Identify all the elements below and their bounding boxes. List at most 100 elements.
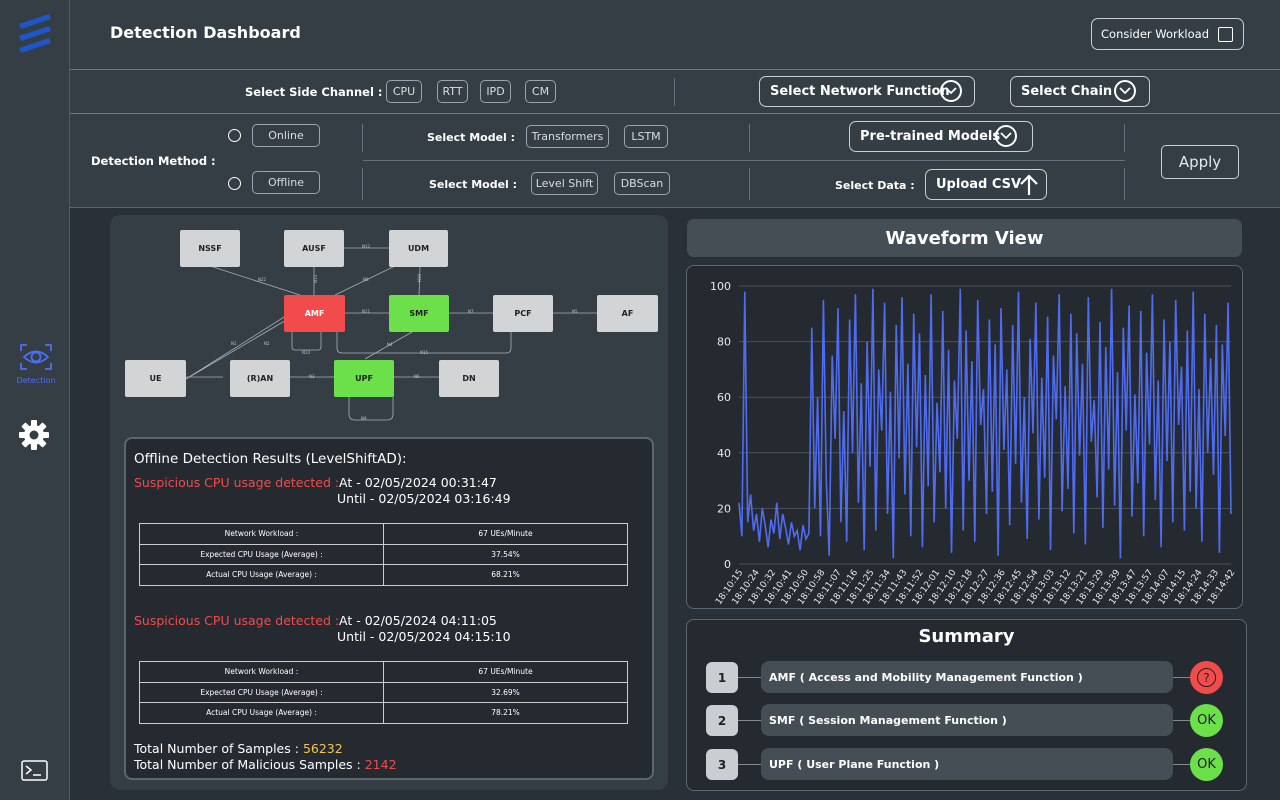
sidebar: Detection: [0, 0, 70, 800]
table-row: Network Workload :67 UEs/Minute: [139, 523, 628, 545]
online-radio[interactable]: [228, 129, 241, 142]
y-tick-label: 80: [717, 336, 731, 349]
edge-label-n22: N22: [258, 277, 267, 282]
connector: [738, 720, 761, 721]
summary-item-3-number: 3: [706, 749, 738, 780]
table-cell: 67 UEs/Minute: [383, 523, 628, 545]
nav-detection[interactable]: Detection: [10, 343, 62, 389]
edge-label-n11: N11: [362, 309, 371, 314]
edge-label-n13: N13: [313, 274, 318, 283]
channel-cm[interactable]: CM: [525, 80, 556, 103]
select-chain-label: Select Chain: [1021, 84, 1113, 99]
summary-item-2[interactable]: SMF ( Session Management Function ): [761, 704, 1173, 736]
divider: [362, 124, 363, 152]
y-tick-label: 20: [717, 502, 731, 515]
connector: [1173, 677, 1190, 678]
summary-item-3[interactable]: UPF ( User Plane Function ): [761, 748, 1173, 780]
connector: [1173, 764, 1190, 765]
node-udm[interactable]: UDM: [389, 230, 448, 267]
node-ran[interactable]: (R)AN: [230, 360, 290, 397]
table-row: Actual CPU Usage (Average) :78.21%: [139, 702, 628, 724]
offline-chip[interactable]: Offline: [252, 171, 320, 194]
select-network-function-dropdown[interactable]: Select Network Function: [759, 76, 975, 107]
summary-item-1-status[interactable]: ?: [1190, 661, 1223, 694]
consider-workload-toggle[interactable]: Consider Workload: [1091, 18, 1244, 50]
topology-panel: N22 N12 N8 N13 N10 N11 N7 N5 N14 N1 N2 N…: [110, 215, 668, 790]
alert-2-at: At - 02/05/2024 04:11:05: [339, 613, 497, 628]
offline-radio[interactable]: [228, 177, 241, 190]
summary-item-3-status[interactable]: OK: [1190, 748, 1223, 781]
alert-2-until: Until - 02/05/2024 04:15:10: [337, 629, 511, 644]
table-row: Actual CPU Usage (Average) :68.21%: [139, 564, 628, 586]
pretrained-models-dropdown[interactable]: Pre-trained Models: [849, 121, 1033, 152]
online-chip[interactable]: Online: [252, 124, 320, 147]
total-malicious-label: Total Number of Malicious Samples :: [134, 757, 361, 772]
eye-icon: [19, 343, 53, 375]
node-amf[interactable]: AMF: [284, 295, 345, 332]
channel-cpu[interactable]: CPU: [386, 80, 422, 103]
edge-label-n14: N14: [302, 350, 311, 355]
node-upf[interactable]: UPF: [334, 360, 394, 397]
summary-item-1[interactable]: AMF ( Access and Mobility Management Fun…: [761, 661, 1173, 693]
select-model-offline-label: Select Model :: [429, 178, 518, 191]
total-samples-value: 56232: [302, 741, 343, 756]
alert-2-table: Network Workload :67 UEs/Minute Expected…: [139, 661, 628, 724]
select-data-label: Select Data :: [835, 179, 915, 192]
table-cell: 37.54%: [383, 543, 628, 565]
nav-detection-label: Detection: [16, 376, 56, 385]
node-dn[interactable]: DN: [439, 360, 499, 397]
apply-button[interactable]: Apply: [1161, 145, 1239, 179]
table-row: Network Workload :67 UEs/Minute: [139, 661, 628, 683]
divider: [362, 168, 363, 200]
waveform-chart: 02040608010018:10:1518:10:2418:10:3218:1…: [710, 280, 1237, 607]
model-dbscan[interactable]: DBScan: [614, 172, 670, 195]
results-title: Offline Detection Results (LevelShiftAD)…: [134, 451, 407, 467]
node-ausf[interactable]: AUSF: [284, 230, 344, 267]
waveform-header: Waveform View: [687, 219, 1242, 257]
model-level-shift[interactable]: Level Shift: [531, 172, 598, 195]
edge-label-n1: N1: [231, 341, 237, 346]
chevron-down-icon: [940, 80, 962, 102]
select-chain-dropdown[interactable]: Select Chain: [1010, 76, 1150, 107]
series-line: [738, 288, 1232, 559]
pretrained-models-label: Pre-trained Models: [860, 129, 1001, 144]
node-nssf[interactable]: NSSF: [180, 230, 240, 267]
divider: [674, 78, 675, 106]
summary-item-2-status[interactable]: OK: [1190, 704, 1223, 737]
y-tick-label: 60: [717, 391, 731, 404]
chevron-down-icon: [995, 125, 1017, 147]
model-transformers[interactable]: Transformers: [526, 125, 609, 148]
arrow-up-icon: [1020, 174, 1038, 200]
divider: [749, 168, 750, 200]
edge-label-n3: N3: [309, 374, 315, 379]
waveform-title: Waveform View: [885, 227, 1044, 249]
node-pcf[interactable]: PCF: [493, 295, 553, 332]
edge-label-n6: N6: [414, 374, 420, 379]
channel-rtt[interactable]: RTT: [437, 80, 468, 103]
node-smf[interactable]: SMF: [389, 295, 449, 332]
terminal-icon[interactable]: [21, 760, 48, 781]
alert-1-at: At - 02/05/2024 00:31:47: [339, 475, 497, 490]
edge-label-n8: N8: [363, 277, 369, 282]
table-row: Expected CPU Usage (Average) :32.69%: [139, 681, 628, 703]
settings-gear-icon[interactable]: [18, 419, 50, 451]
upload-csv-button[interactable]: Upload CSV: [925, 169, 1047, 200]
edge-label-n15: N15: [420, 350, 429, 355]
table-row: Expected CPU Usage (Average) :37.54%: [139, 543, 628, 565]
consider-workload-checkbox[interactable]: [1218, 27, 1233, 42]
table-cell: Actual CPU Usage (Average) :: [139, 564, 384, 586]
channel-ipd[interactable]: IPD: [480, 80, 511, 103]
table-cell: Actual CPU Usage (Average) :: [139, 702, 384, 724]
question-icon: ?: [1197, 668, 1216, 687]
table-cell: Network Workload :: [139, 523, 384, 545]
connector: [738, 677, 761, 678]
edge-label-n2: N2: [264, 341, 270, 346]
detection-results-box: Offline Detection Results (LevelShiftAD)…: [124, 437, 654, 780]
node-af[interactable]: AF: [597, 295, 658, 332]
model-lstm[interactable]: LSTM: [624, 125, 668, 148]
select-model-online-label: Select Model :: [427, 131, 516, 144]
alert-1-table: Network Workload :67 UEs/Minute Expected…: [139, 523, 628, 586]
node-ue[interactable]: UE: [125, 360, 186, 397]
y-tick-label: 100: [710, 280, 731, 293]
edge-label-n10: N10: [417, 273, 422, 282]
